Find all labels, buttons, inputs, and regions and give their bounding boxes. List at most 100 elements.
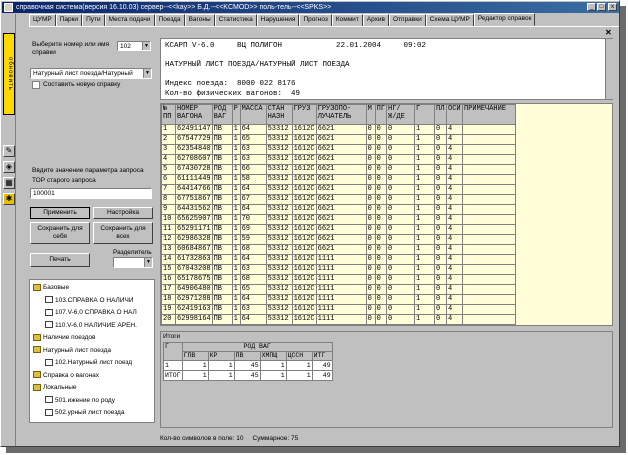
- table-cell[interactable]: 1: [414, 274, 436, 285]
- table-cell[interactable]: [462, 224, 517, 235]
- table-cell[interactable]: 70: [239, 214, 267, 225]
- table-cell[interactable]: 1: [414, 184, 436, 195]
- table-cell[interactable]: 1: [414, 254, 436, 265]
- table-cell[interactable]: [462, 194, 517, 205]
- table-cell[interactable]: 0: [374, 254, 388, 265]
- table-cell[interactable]: 6621: [315, 234, 367, 245]
- table-cell[interactable]: 1612С: [291, 154, 317, 165]
- table-cell[interactable]: 69: [239, 224, 267, 235]
- report-number-select[interactable]: 102 ▼: [117, 41, 151, 51]
- table-cell[interactable]: [462, 324, 517, 325]
- tab-5[interactable]: Вагоны: [184, 14, 215, 26]
- table-cell[interactable]: 1612С: [291, 144, 317, 155]
- table-cell[interactable]: 0: [386, 274, 416, 285]
- table-cell[interactable]: 67430728: [175, 164, 213, 175]
- table-cell[interactable]: 4: [446, 254, 464, 265]
- table-cell[interactable]: 65: [239, 134, 267, 145]
- table-row[interactable]: 2 67547729 ПВ 1 65 53312 1612С 6621 0 0 0 1 0 4: [161, 134, 517, 145]
- table-cell[interactable]: 6621: [315, 194, 367, 205]
- table-cell[interactable]: 0: [365, 154, 376, 165]
- tab-10[interactable]: Архив: [362, 14, 390, 26]
- table-cell[interactable]: ПВ: [211, 174, 233, 185]
- table-cell[interactable]: [462, 184, 517, 195]
- table-row[interactable]: 5 67430728 ПВ 1 66 53312 1612С 6621 0 0 0 1 0 4: [161, 164, 517, 175]
- table-cell[interactable]: ПВ: [211, 314, 233, 325]
- table-cell[interactable]: 0: [386, 254, 416, 265]
- table-cell[interactable]: 0: [386, 234, 416, 245]
- table-cell[interactable]: 1: [231, 234, 241, 245]
- table-cell[interactable]: 6621: [315, 214, 367, 225]
- tree-item[interactable]: 102.Натурный лист поезд: [45, 358, 132, 367]
- table-cell[interactable]: 0: [434, 324, 448, 325]
- table-cell[interactable]: 1612С: [291, 314, 317, 325]
- table-cell[interactable]: 1: [231, 324, 241, 325]
- tab-2[interactable]: Пути: [82, 14, 105, 26]
- table-cell[interactable]: 0: [434, 174, 448, 185]
- table-cell[interactable]: 4: [446, 304, 464, 315]
- table-cell[interactable]: 0: [365, 124, 376, 135]
- table-cell[interactable]: [462, 274, 517, 285]
- table-cell[interactable]: 2: [161, 134, 176, 145]
- table-cell[interactable]: 0: [386, 124, 416, 135]
- tree-item[interactable]: Базовые: [33, 283, 69, 292]
- table-cell[interactable]: 1: [414, 164, 436, 175]
- table-cell[interactable]: ПВ: [211, 154, 233, 165]
- table-cell[interactable]: 62354840: [175, 144, 213, 155]
- save-all-button[interactable]: Сохранить для всех: [93, 222, 153, 244]
- table-row[interactable]: 14 61732863 ПВ 1 64 53312 1612С 1111 0 0 0 1 0 4: [161, 254, 517, 265]
- table-cell[interactable]: 1111: [315, 304, 367, 315]
- table-cell[interactable]: 1: [231, 144, 241, 155]
- table-cell[interactable]: 58: [239, 174, 267, 185]
- table-cell[interactable]: 60684867: [175, 244, 213, 255]
- table-cell[interactable]: 6621: [315, 224, 367, 235]
- table-cell[interactable]: 0: [374, 284, 388, 295]
- table-cell[interactable]: 0: [386, 304, 416, 315]
- table-cell[interactable]: 1: [231, 224, 241, 235]
- table-cell[interactable]: 0: [374, 234, 388, 245]
- table-cell[interactable]: 1612С: [291, 174, 317, 185]
- table-cell[interactable]: 0: [365, 274, 376, 285]
- table-cell[interactable]: 0: [374, 324, 388, 325]
- tab-9[interactable]: Коммит: [331, 14, 363, 26]
- table-cell[interactable]: 4: [446, 174, 464, 185]
- table-cell[interactable]: 1: [231, 264, 241, 275]
- table-cell[interactable]: 0: [374, 124, 388, 135]
- table-cell[interactable]: 53312: [265, 174, 293, 185]
- table-cell[interactable]: 19: [161, 304, 176, 315]
- table-cell[interactable]: 66: [239, 164, 267, 175]
- table-cell[interactable]: 53312: [265, 294, 293, 305]
- save-self-button[interactable]: Сохранить для себя: [30, 222, 90, 244]
- table-cell[interactable]: [462, 264, 517, 275]
- table-cell[interactable]: 0: [434, 154, 448, 165]
- table-cell[interactable]: 18: [161, 294, 176, 305]
- table-cell[interactable]: 1111: [315, 314, 367, 325]
- table-cell[interactable]: 1: [231, 294, 241, 305]
- table-cell[interactable]: 0: [365, 134, 376, 145]
- table-cell[interactable]: 64: [239, 204, 267, 215]
- table-cell[interactable]: 53312: [265, 184, 293, 195]
- table-cell[interactable]: 13: [161, 244, 176, 255]
- table-cell[interactable]: 8: [161, 194, 176, 205]
- tab-1[interactable]: Парки: [55, 14, 83, 26]
- table-cell[interactable]: 1: [414, 324, 436, 325]
- table-cell[interactable]: 0: [434, 134, 448, 145]
- table-cell[interactable]: 4: [446, 124, 464, 135]
- tab-4[interactable]: Поезда: [154, 14, 185, 26]
- table-cell[interactable]: 1: [231, 204, 241, 215]
- table-row[interactable]: 17 64906480 ПВ 1 65 53312 1612С 1111 0 0 0 1 0 4: [161, 284, 517, 295]
- table-cell[interactable]: 63: [239, 264, 267, 275]
- table-row[interactable]: 2165219270ПВ166533121612С1111000104: [161, 324, 517, 325]
- table-cell[interactable]: 1: [414, 144, 436, 155]
- table-cell[interactable]: [462, 164, 517, 175]
- print-button[interactable]: Печать: [30, 253, 90, 267]
- table-cell[interactable]: ПВ: [211, 324, 233, 325]
- table-cell[interactable]: [462, 234, 517, 245]
- table-cell[interactable]: 6621: [315, 164, 367, 175]
- table-cell[interactable]: 68: [239, 244, 267, 255]
- column-header[interactable]: ПЛ: [434, 104, 448, 125]
- table-cell[interactable]: 6621: [315, 204, 367, 215]
- table-cell[interactable]: 1: [231, 184, 241, 195]
- table-cell[interactable]: 1: [231, 164, 241, 175]
- table-cell[interactable]: 64906480: [175, 284, 213, 295]
- table-cell[interactable]: 0: [386, 314, 416, 325]
